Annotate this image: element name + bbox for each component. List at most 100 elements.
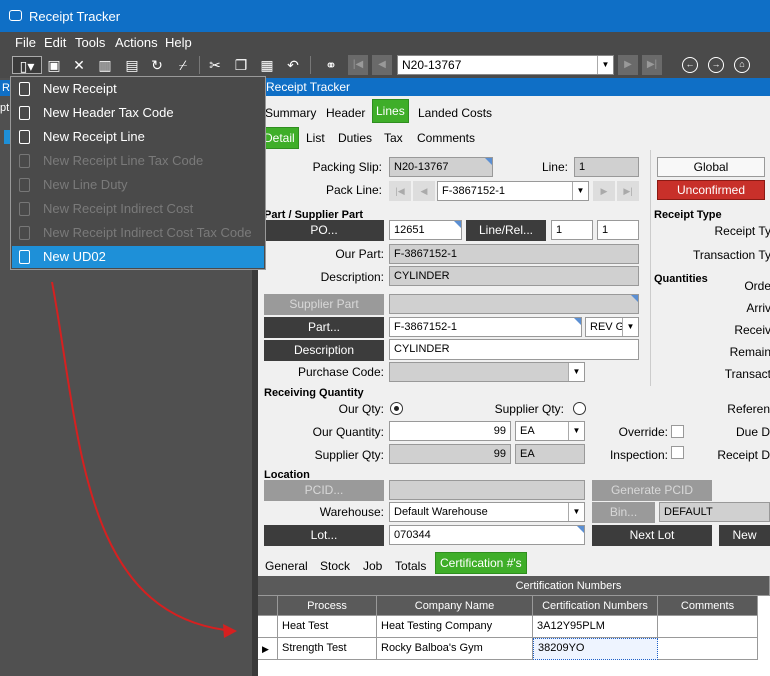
menu-help[interactable]: Help — [165, 35, 192, 50]
chevron-down-icon[interactable]: ▼ — [568, 503, 584, 521]
next-icon: ▶ — [593, 181, 615, 201]
menu-new-receipt-line[interactable]: New Receipt Line — [12, 126, 264, 148]
next-icon[interactable]: ▶ — [618, 55, 638, 75]
next-lot-button[interactable]: Next Lot — [592, 525, 712, 546]
broom-icon[interactable]: ⌿ — [174, 56, 192, 74]
undo-icon[interactable]: ↶ — [284, 56, 302, 74]
cell-cert-number-active[interactable]: 38209YO — [533, 638, 658, 660]
forward-icon[interactable]: → — [708, 57, 724, 73]
row-selector[interactable] — [258, 616, 278, 638]
tab-certification[interactable]: Certification #'s — [435, 552, 527, 574]
our-qty-radio-label: Our Qty: — [338, 402, 384, 416]
tab-duties[interactable]: Duties — [335, 129, 375, 147]
po-release-field[interactable]: 1 — [597, 220, 639, 240]
new-doc-icon[interactable]: ▯▾ — [12, 56, 42, 74]
menu-new-header-tax-code[interactable]: New Header Tax Code — [12, 102, 264, 124]
cell-comments[interactable] — [658, 616, 758, 638]
cell-cert-number[interactable]: 3A12Y95PLM — [533, 616, 658, 638]
our-uom-field[interactable]: EA ▼ — [515, 421, 585, 441]
row-selector-header — [258, 596, 278, 616]
chevron-down-icon[interactable]: ▼ — [572, 182, 588, 200]
po-button[interactable]: PO... — [264, 220, 384, 241]
record-id-field[interactable]: N20-13767 ▼ — [397, 55, 614, 75]
refresh-icon[interactable]: ↻ — [148, 56, 166, 74]
menu-file[interactable]: File — [15, 35, 36, 50]
column-header-process[interactable]: Process — [278, 596, 377, 616]
tab-totals[interactable]: Totals — [392, 557, 429, 575]
menu-actions[interactable]: Actions — [115, 35, 158, 50]
chevron-down-icon[interactable]: ▼ — [622, 318, 638, 336]
lot-button[interactable]: Lot... — [264, 525, 384, 546]
cut-icon[interactable]: ✂ — [206, 56, 224, 74]
due-date-label: Due D — [735, 425, 770, 439]
book-icon[interactable]: ▥ — [96, 56, 114, 74]
clipboard-icon[interactable]: ▦ — [258, 56, 276, 74]
delete-icon[interactable]: ✕ — [70, 56, 88, 74]
column-header-company[interactable]: Company Name — [377, 596, 533, 616]
cell-comments[interactable] — [658, 638, 758, 660]
last-icon[interactable]: ▶| — [642, 55, 662, 75]
description-button[interactable]: Description — [264, 340, 384, 361]
current-row-indicator-icon[interactable]: ▶ — [258, 638, 278, 660]
menu-new-receipt-indirect-cost-tax-code: New Receipt Indirect Cost Tax Code — [12, 222, 264, 244]
supplier-qty-radio[interactable] — [573, 402, 586, 415]
line-label: Line: — [541, 160, 568, 174]
tree-item[interactable]: pt — [0, 102, 9, 114]
new-lot-button[interactable]: New — [719, 525, 770, 546]
tab-comments[interactable]: Comments — [414, 129, 478, 147]
back-icon[interactable]: ← — [682, 57, 698, 73]
save-icon[interactable]: ▣ — [45, 56, 63, 74]
our-qty-radio[interactable] — [390, 402, 403, 415]
remaining-label: Remain — [729, 345, 770, 359]
part-button[interactable]: Part... — [264, 317, 384, 338]
certification-grid: Certification Numbers Process Company Na… — [258, 576, 770, 676]
tab-tax[interactable]: Tax — [381, 129, 406, 147]
line-rel-button[interactable]: Line/Rel... — [466, 220, 546, 241]
description-edit-field[interactable]: CYLINDER — [389, 339, 639, 360]
prev-icon[interactable]: ◀ — [372, 55, 392, 75]
our-quantity-field[interactable]: 99 — [389, 421, 511, 441]
cell-company[interactable]: Rocky Balboa's Gym — [377, 638, 533, 660]
supplier-part-field — [389, 294, 639, 314]
cell-process[interactable]: Strength Test — [278, 638, 377, 660]
tab-header[interactable]: Header — [323, 104, 368, 122]
tab-stock[interactable]: Stock — [317, 557, 353, 575]
po-number-field[interactable]: 12651 — [389, 220, 462, 240]
new-doc-icon — [19, 250, 30, 264]
first-icon[interactable]: |◀ — [348, 55, 368, 75]
tab-landed-costs[interactable]: Landed Costs — [415, 104, 495, 122]
menu-edit[interactable]: Edit — [44, 35, 66, 50]
cell-company[interactable]: Heat Testing Company — [377, 616, 533, 638]
lot-field[interactable]: 070344 — [389, 525, 585, 545]
part-field[interactable]: F-3867152-1 — [389, 317, 582, 337]
cell-process[interactable]: Heat Test — [278, 616, 377, 638]
tab-summary[interactable]: Summary — [262, 104, 319, 122]
binoculars-icon[interactable]: ⚭ — [322, 56, 340, 74]
tab-list[interactable]: List — [303, 129, 328, 147]
column-header-comments[interactable]: Comments — [658, 596, 758, 616]
tab-general[interactable]: General — [262, 557, 311, 575]
column-header-cert-numbers[interactable]: Certification Numbers — [533, 596, 658, 616]
tab-lines[interactable]: Lines — [372, 99, 409, 123]
generate-pcid-button: Generate PCID — [592, 480, 712, 501]
tab-job[interactable]: Job — [360, 557, 385, 575]
pack-line-field[interactable]: F-3867152-1 ▼ — [437, 181, 589, 201]
chevron-down-icon[interactable]: ▼ — [597, 56, 613, 74]
menu-tools[interactable]: Tools — [75, 35, 105, 50]
paste-icon[interactable]: ▤ — [123, 56, 141, 74]
unconfirmed-status-button[interactable]: Unconfirmed — [657, 180, 765, 200]
chevron-down-icon[interactable]: ▼ — [568, 422, 584, 440]
title-bar: Receipt Tracker — [0, 0, 770, 32]
copy-icon[interactable]: ❐ — [232, 56, 250, 74]
home-icon[interactable]: ⌂ — [734, 57, 750, 73]
menu-new-receipt[interactable]: New Receipt — [12, 78, 264, 100]
revision-field[interactable]: REV G ▼ — [585, 317, 639, 337]
toolbar-separator — [310, 56, 311, 74]
global-button[interactable]: Global — [657, 157, 765, 177]
menu-new-ud02[interactable]: New UD02 — [12, 246, 264, 268]
bin-field: DEFAULT — [659, 502, 770, 522]
warehouse-field[interactable]: Default Warehouse ▼ — [389, 502, 585, 522]
supplier-part-button: Supplier Part — [264, 294, 384, 315]
menu-new-line-duty: New Line Duty — [12, 174, 264, 196]
po-line-field[interactable]: 1 — [551, 220, 593, 240]
